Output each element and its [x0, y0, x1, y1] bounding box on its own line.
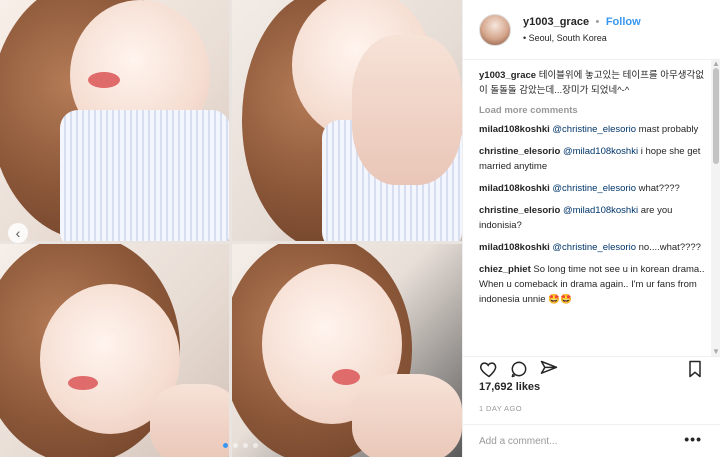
comment-username[interactable]: christine_elesorio [479, 205, 560, 216]
comment-text: no....what???? [635, 242, 701, 253]
post-timestamp: 1 DAY AGO [479, 404, 522, 413]
comment-item: milad108koshki @christine_elesorio what?… [479, 181, 705, 196]
heart-icon[interactable] [479, 359, 499, 379]
comment-item: chiez_phiet So long time not see u in ko… [479, 262, 705, 307]
comment-icon[interactable] [509, 359, 529, 379]
caption-username[interactable]: y1003_grace [479, 70, 536, 81]
bookmark-icon[interactable] [685, 359, 705, 379]
header-separator: • [595, 16, 600, 28]
load-more-comments-button[interactable]: Load more comments [479, 105, 705, 116]
follow-button[interactable]: Follow [606, 16, 641, 28]
post-header: y1003_grace • Follow • Seoul, South Kore… [463, 0, 720, 60]
carousel-dot [243, 443, 248, 448]
comments-list: y1003_grace 테이블위에 놓고있는 테이프를 아무생각없이 돌돌돌 감… [463, 60, 720, 356]
comment-item: milad108koshki @christine_elesorio no...… [479, 240, 705, 255]
photo-tile-1 [0, 0, 229, 241]
comment-username[interactable]: milad108koshki [479, 242, 550, 253]
scrollbar-thumb[interactable] [713, 68, 719, 164]
post-side-panel: y1003_grace • Follow • Seoul, South Kore… [462, 0, 720, 457]
comment-username[interactable]: milad108koshki [479, 124, 550, 135]
add-comment-field[interactable]: Add a comment... [463, 424, 720, 457]
carousel-dot [233, 443, 238, 448]
comment-mention[interactable]: @milad108koshki [563, 146, 638, 157]
photo-tile-2 [232, 0, 462, 241]
comment-item: christine_elesorio @milad108koshki are y… [479, 203, 705, 233]
comment-item: milad108koshki @christine_elesorio mast … [479, 122, 705, 137]
photo-tile-3 [0, 244, 229, 457]
post-actions-bar [463, 356, 720, 380]
comment-item: christine_elesorio @milad108koshki i hop… [479, 144, 705, 174]
photo-tile-4 [232, 244, 462, 457]
chevron-left-icon[interactable]: ‹ [8, 223, 28, 243]
comment-mention[interactable]: @milad108koshki [563, 205, 638, 216]
post-location[interactable]: • Seoul, South Korea [523, 30, 641, 46]
carousel-indicator [223, 443, 258, 448]
comment-username[interactable]: chiez_phiet [479, 264, 531, 275]
add-comment-placeholder[interactable]: Add a comment... [479, 436, 557, 447]
post-photo-carousel[interactable]: ‹ [0, 0, 462, 457]
comments-scrollbar[interactable]: ▲ ▼ [711, 60, 720, 356]
comment-text: what???? [635, 183, 680, 194]
comment-username[interactable]: christine_elesorio [479, 146, 560, 157]
likes-count[interactable]: 17,692 likes [479, 381, 540, 393]
scroll-down-icon[interactable]: ▼ [711, 348, 720, 356]
instagram-post-view: ‹ y1003_grace • Follow • Seoul, South Ko… [0, 0, 720, 457]
share-icon[interactable] [539, 359, 559, 379]
avatar[interactable] [479, 13, 511, 46]
carousel-dot-active [223, 443, 228, 448]
comment-mention[interactable]: @christine_elesorio [552, 242, 636, 253]
more-options-icon[interactable]: ••• [684, 431, 702, 447]
comment-text: mast probably [635, 124, 699, 135]
comment-mention[interactable]: @christine_elesorio [552, 124, 636, 135]
carousel-dot [253, 443, 258, 448]
comment-mention[interactable]: @christine_elesorio [552, 183, 636, 194]
post-author-username[interactable]: y1003_grace [523, 16, 589, 28]
scroll-up-icon[interactable]: ▲ [711, 60, 720, 68]
caption: y1003_grace 테이블위에 놓고있는 테이프를 아무생각없이 돌돌돌 감… [479, 68, 705, 98]
comment-username[interactable]: milad108koshki [479, 183, 550, 194]
